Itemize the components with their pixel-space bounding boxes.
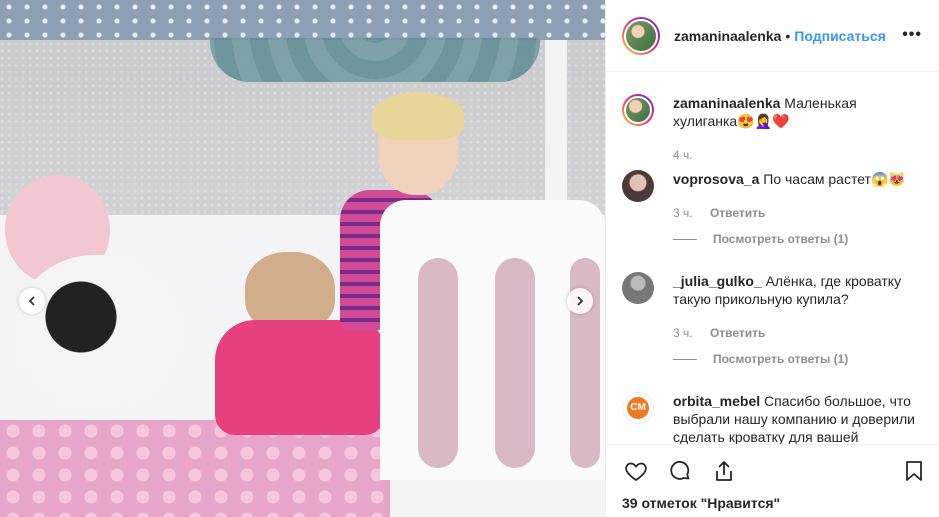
photo-rail-slot: [418, 258, 458, 468]
comment-username[interactable]: voprosova_a: [673, 171, 759, 187]
post-panel: zamaninaalenka • Подписаться ••• zamanin…: [605, 0, 939, 517]
replies-divider: [673, 358, 697, 360]
chevron-right-icon: [577, 296, 584, 306]
photo-canopy: [0, 0, 605, 40]
comments-list[interactable]: zamaninaalenka Маленькая хулиганка😍🤦‍♀️❤…: [606, 72, 939, 444]
avatar[interactable]: [622, 272, 654, 304]
carousel-prev-button[interactable]: [19, 288, 45, 314]
more-options-button[interactable]: •••: [902, 26, 922, 44]
follow-button[interactable]: Подписаться: [794, 28, 886, 44]
comment-icon: [670, 461, 690, 480]
photo-child-hair: [372, 92, 464, 140]
timestamp: 4 ч.: [673, 148, 693, 162]
save-button[interactable]: [902, 459, 928, 485]
carousel-next-button[interactable]: [567, 288, 593, 314]
reply-button[interactable]: Ответить: [710, 206, 765, 220]
avatar[interactable]: [622, 94, 654, 126]
action-bar: 39 отметок "Нравится": [606, 444, 939, 517]
owner-username[interactable]: zamaninaalenka: [674, 28, 781, 44]
bookmark-icon: [906, 461, 922, 481]
comment-username[interactable]: orbita_mebel: [673, 393, 760, 409]
caption-username[interactable]: zamaninaalenka: [673, 95, 780, 111]
brand-logo: CM: [627, 397, 649, 419]
caption-time: 4 ч.: [673, 148, 693, 162]
comment-text: По часам растет😱😻: [763, 171, 906, 187]
likes-count[interactable]: 39 отметок "Нравится": [622, 495, 780, 511]
share-button[interactable]: [712, 459, 738, 485]
post-photo[interactable]: [0, 0, 605, 517]
view-replies-button[interactable]: Посмотреть ответы (1): [673, 352, 848, 366]
comment-username[interactable]: _julia_gulko_: [673, 273, 762, 289]
separator-dot: •: [785, 27, 791, 44]
timestamp: 3 ч.: [673, 326, 693, 340]
share-icon: [716, 461, 732, 481]
chevron-left-icon: [28, 296, 35, 306]
reply-button[interactable]: Ответить: [710, 326, 765, 340]
photo-toy-cow: [15, 255, 180, 410]
owner-avatar[interactable]: [622, 16, 660, 55]
post-header: zamaninaalenka • Подписаться •••: [606, 0, 939, 72]
photo-valance: [210, 38, 540, 82]
comment-meta: 3 ч. Ответить: [673, 326, 765, 340]
view-replies-label: Посмотреть ответы (1): [713, 352, 849, 366]
like-button[interactable]: [624, 459, 650, 485]
avatar[interactable]: CM: [622, 392, 654, 424]
photo-rail-slot: [495, 258, 535, 468]
photo-child-pants: [215, 320, 385, 435]
heart-icon: [625, 462, 647, 482]
view-replies-button[interactable]: Посмотреть ответы (1): [673, 232, 848, 246]
view-replies-label: Посмотреть ответы (1): [713, 232, 849, 246]
comment-meta: 3 ч. Ответить: [673, 206, 765, 220]
comment-button[interactable]: [668, 459, 694, 485]
replies-divider: [673, 238, 697, 240]
timestamp: 3 ч.: [673, 206, 693, 220]
avatar[interactable]: [622, 170, 654, 202]
